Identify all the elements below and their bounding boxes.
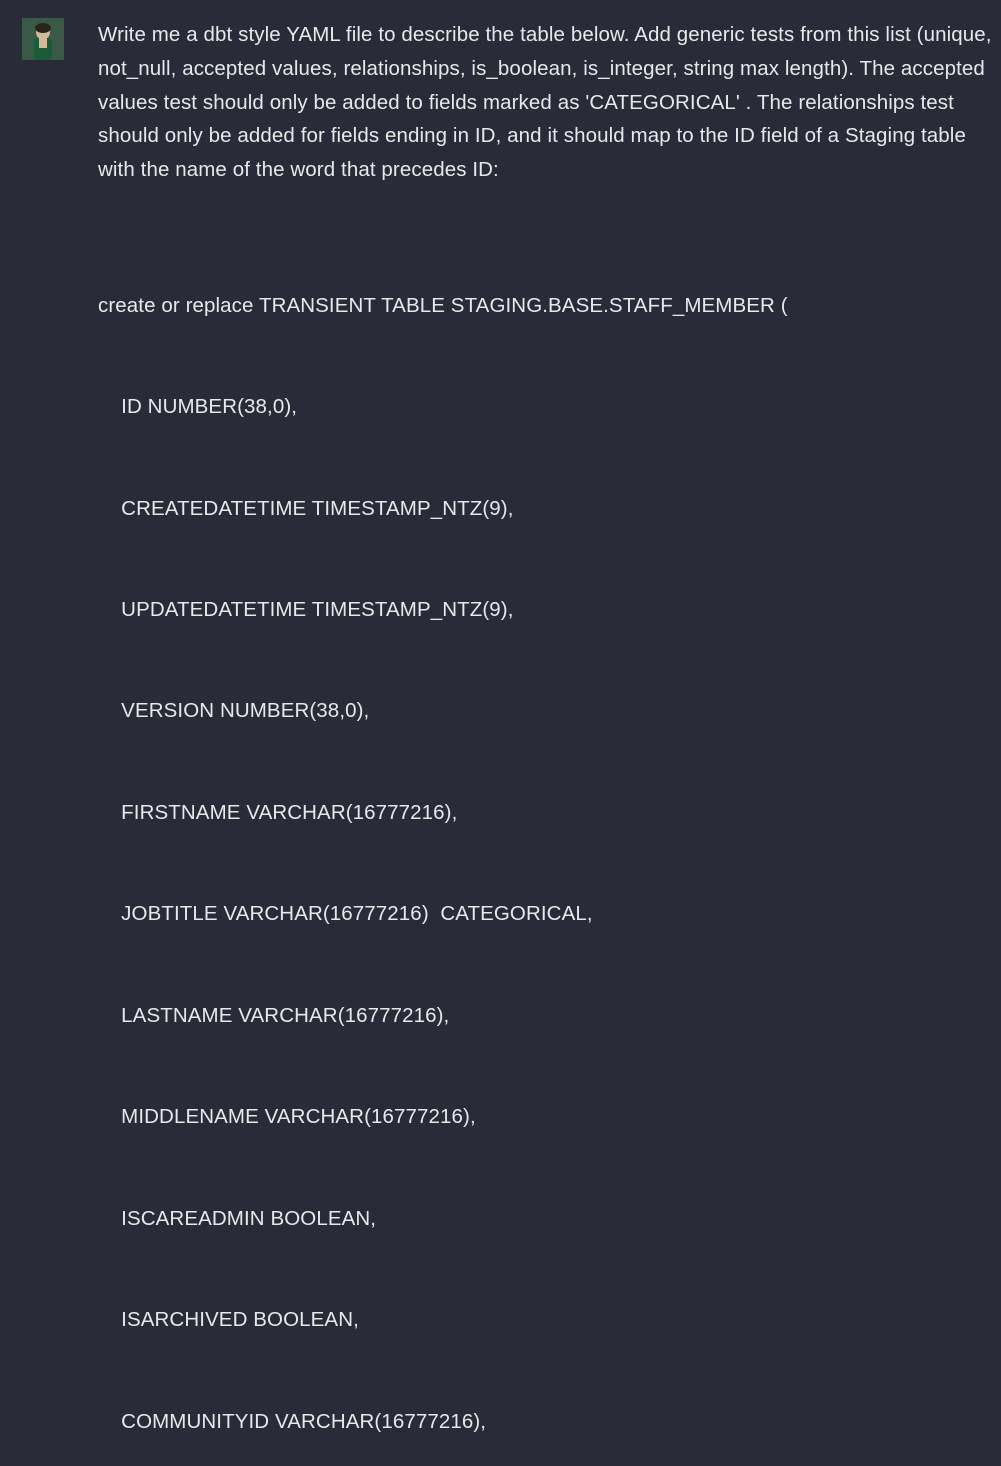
message-intro-text: Write me a dbt style YAML file to descri… xyxy=(98,18,1001,187)
sql-line: ID NUMBER(38,0), xyxy=(98,390,1001,424)
sql-line: create or replace TRANSIENT TABLE STAGIN… xyxy=(98,289,1001,323)
sql-code-block: create or replace TRANSIENT TABLE STAGIN… xyxy=(98,221,1001,1466)
sql-line: VERSION NUMBER(38,0), xyxy=(98,694,1001,728)
sql-line: MIDDLENAME VARCHAR(16777216), xyxy=(98,1100,1001,1134)
sql-line: FIRSTNAME VARCHAR(16777216), xyxy=(98,796,1001,830)
sql-line: UPDATEDATETIME TIMESTAMP_NTZ(9), xyxy=(98,593,1001,627)
sql-line: JOBTITLE VARCHAR(16777216) CATEGORICAL, xyxy=(98,897,1001,931)
sql-line: ISARCHIVED BOOLEAN, xyxy=(98,1303,1001,1337)
user-avatar xyxy=(22,18,64,60)
sql-line: COMMUNITYID VARCHAR(16777216), xyxy=(98,1405,1001,1439)
sql-line: LASTNAME VARCHAR(16777216), xyxy=(98,999,1001,1033)
message-content: Write me a dbt style YAML file to descri… xyxy=(98,18,1001,1466)
avatar-image xyxy=(22,18,64,60)
sql-line: ISCAREADMIN BOOLEAN, xyxy=(98,1202,1001,1236)
chat-message-row: Write me a dbt style YAML file to descri… xyxy=(22,18,1001,1466)
sql-line: CREATEDATETIME TIMESTAMP_NTZ(9), xyxy=(98,492,1001,526)
